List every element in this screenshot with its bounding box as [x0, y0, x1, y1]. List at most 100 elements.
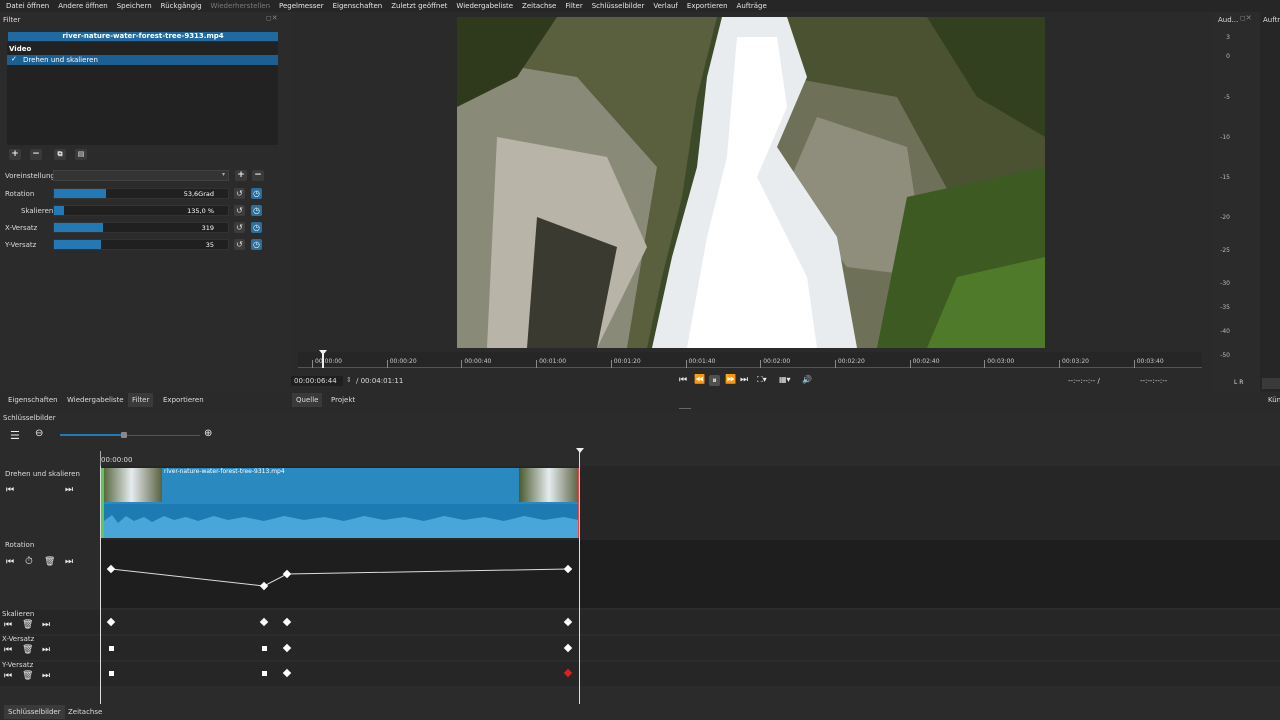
- y-offset-keyframe-icon[interactable]: ◷: [251, 239, 262, 250]
- menu-properties[interactable]: Eigenschaften: [333, 2, 383, 10]
- tab-playlist[interactable]: Wiedergabeliste: [67, 396, 124, 404]
- x-offset-slider[interactable]: 319: [53, 222, 229, 233]
- menu-save[interactable]: Speichern: [117, 2, 152, 10]
- timeline-playhead-icon: [576, 448, 584, 453]
- menu-filter[interactable]: Filter: [565, 2, 582, 10]
- fast-forward-icon[interactable]: ⏩: [725, 375, 736, 385]
- player-ruler[interactable]: 00:00:00 00:00:20 00:00:40 00:01:00 00:01:20…: [298, 352, 1202, 368]
- clip-label: river-nature-water-forest-tree-9313.mp4: [164, 468, 285, 475]
- jobs-title: Aufträ: [1263, 16, 1280, 24]
- menu-history[interactable]: Verlauf: [653, 2, 678, 10]
- scale-next-icon[interactable]: ⏭: [42, 620, 50, 630]
- y-offset-delete-icon[interactable]: 🗑: [22, 671, 33, 681]
- y-offset-reset-icon[interactable]: ↺: [234, 239, 245, 250]
- time-spin-icon[interactable]: ⇕: [346, 376, 352, 384]
- grid-icon[interactable]: ▦▾: [779, 375, 791, 384]
- x-offset-prev-icon[interactable]: ⏮: [4, 645, 12, 655]
- x-offset-keyframe[interactable]: [262, 646, 267, 651]
- rotation-curve[interactable]: [100, 540, 580, 608]
- tab-source[interactable]: Quelle: [292, 393, 323, 407]
- paste-filter-icon[interactable]: ▤: [75, 149, 87, 160]
- x-offset-keyframe[interactable]: [109, 646, 114, 651]
- y-offset-next-icon[interactable]: ⏭: [42, 671, 50, 681]
- menu-undo[interactable]: Rückgängig: [161, 2, 202, 10]
- rotation-prev-icon[interactable]: ⏮: [6, 557, 14, 567]
- rotation-stopwatch-icon[interactable]: ⏱: [25, 556, 33, 567]
- skip-previous-icon[interactable]: ⏮: [679, 375, 687, 385]
- in-point-field[interactable]: --:--:--:-- /: [1068, 377, 1100, 385]
- menu-recent[interactable]: Zuletzt geöffnet: [391, 2, 447, 10]
- check-icon[interactable]: ✓: [11, 56, 18, 63]
- scale-keyframe-icon[interactable]: ◷: [251, 205, 262, 216]
- rotation-keyframe-icon[interactable]: ◷: [251, 188, 262, 199]
- scale-reset-icon[interactable]: ↺: [234, 205, 245, 216]
- panel-float-icon[interactable]: ◻✕: [266, 14, 278, 22]
- scale-delete-icon[interactable]: 🗑: [22, 620, 33, 630]
- pause-button[interactable]: ⏸: [709, 375, 720, 386]
- menu-playlist[interactable]: Wiedergabeliste: [456, 2, 513, 10]
- zoom-icon[interactable]: ⛶▾: [757, 375, 767, 385]
- scale-prev-icon[interactable]: ⏮: [4, 620, 12, 630]
- remove-preset-button[interactable]: −: [252, 170, 264, 181]
- splitter-handle[interactable]: [679, 408, 691, 409]
- clip-prev-keyframe-icon[interactable]: ⏮: [6, 485, 14, 495]
- rewind-icon[interactable]: ⏪: [694, 375, 705, 385]
- y-offset-keyframe[interactable]: [109, 671, 114, 676]
- menu-export[interactable]: Exportieren: [687, 2, 728, 10]
- tab-project[interactable]: Projekt: [331, 396, 355, 404]
- jobs-scrollbar[interactable]: [1262, 378, 1280, 389]
- y-offset-keyframe[interactable]: [262, 671, 267, 676]
- rotation-delete-icon[interactable]: 🗑: [44, 557, 55, 567]
- zoom-slider-handle[interactable]: [121, 432, 127, 438]
- tab-export[interactable]: Exportieren: [163, 396, 204, 404]
- meter-channels: L R: [1234, 379, 1244, 386]
- menu-open-file[interactable]: Datei öffnen: [6, 2, 49, 10]
- rotation-reset-icon[interactable]: ↺: [234, 188, 245, 199]
- menu-open-other[interactable]: Andere öffnen: [58, 2, 108, 10]
- meter-scale-label: -15: [1220, 174, 1230, 181]
- menu-peak-meter[interactable]: Pegelmesser: [279, 2, 324, 10]
- menu-keyframes[interactable]: Schlüsselbilder: [592, 2, 645, 10]
- y-offset-prev-icon[interactable]: ⏮: [4, 671, 12, 681]
- current-time-field[interactable]: 00:00:06:44: [291, 376, 343, 386]
- tab-properties[interactable]: Eigenschaften: [8, 396, 58, 404]
- menu-jobs[interactable]: Aufträge: [737, 2, 767, 10]
- rotation-track-header: [0, 540, 100, 608]
- clip-next-keyframe-icon[interactable]: ⏭: [65, 485, 73, 495]
- rotation-slider[interactable]: 53,6Grad: [53, 188, 229, 199]
- y-offset-slider[interactable]: 35: [53, 239, 229, 250]
- meter-float-icon[interactable]: ◻✕: [1240, 14, 1252, 22]
- y-offset-value: 35: [205, 241, 214, 249]
- x-offset-next-icon[interactable]: ⏭: [42, 645, 50, 655]
- tab-filter[interactable]: Filter: [128, 393, 154, 407]
- timeline-playhead[interactable]: [579, 450, 580, 704]
- add-filter-button[interactable]: +: [9, 149, 21, 160]
- rotation-next-icon[interactable]: ⏭: [65, 557, 73, 567]
- menu-redo[interactable]: Wiederherstellen: [211, 2, 270, 10]
- add-preset-button[interactable]: +: [235, 170, 247, 181]
- skip-next-icon[interactable]: ⏭: [740, 375, 748, 385]
- x-offset-reset-icon[interactable]: ↺: [234, 222, 245, 233]
- scale-slider[interactable]: 135,0 %: [53, 205, 229, 216]
- jobs-tab[interactable]: Kün: [1268, 396, 1280, 404]
- volume-icon[interactable]: 🔊: [802, 375, 812, 384]
- x-offset-value: 319: [201, 224, 214, 232]
- tab-timeline[interactable]: Zeitachse: [68, 708, 102, 716]
- tab-keyframes[interactable]: Schlüsselbilder: [4, 705, 65, 719]
- ruler-label: 00:02:00: [763, 358, 791, 365]
- remove-filter-button[interactable]: −: [30, 149, 42, 160]
- menu-timeline[interactable]: Zeitachse: [522, 2, 556, 10]
- zoom-out-icon[interactable]: ⊖: [35, 428, 43, 439]
- out-point-field[interactable]: --:--:--:--: [1140, 377, 1167, 385]
- menu-icon[interactable]: ☰: [10, 429, 20, 442]
- ruler-label: 00:03:20: [1062, 358, 1089, 365]
- playhead-marker-icon: [319, 350, 327, 355]
- x-offset-keyframe-icon[interactable]: ◷: [251, 222, 262, 233]
- ruler-label: 00:01:20: [613, 358, 641, 365]
- zoom-in-icon[interactable]: ⊕: [204, 428, 212, 439]
- preset-dropdown[interactable]: ▾: [53, 170, 229, 181]
- video-preview[interactable]: [457, 17, 1045, 348]
- copy-filter-icon[interactable]: ⧉: [54, 149, 66, 160]
- filter-item-rotate-scale[interactable]: Drehen und skalieren: [7, 55, 278, 65]
- x-offset-delete-icon[interactable]: 🗑: [22, 645, 33, 655]
